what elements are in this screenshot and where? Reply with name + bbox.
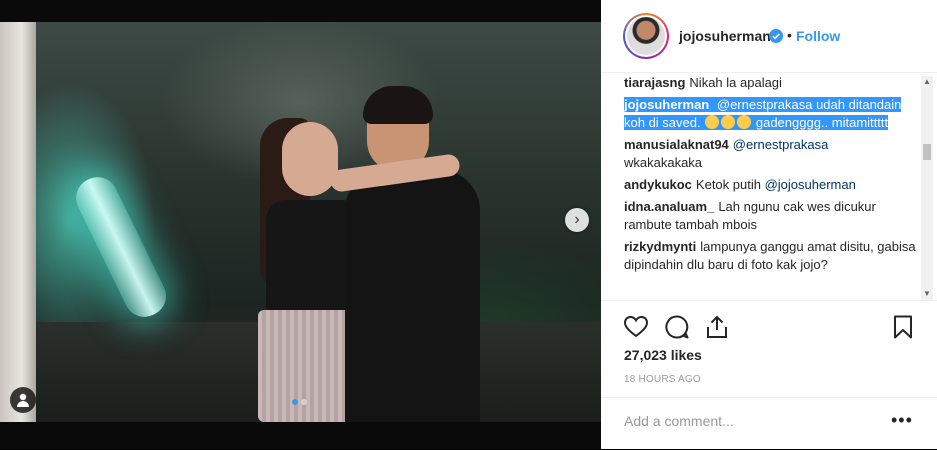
comment-text: wkakakakaka — [624, 155, 703, 170]
carousel-next-button[interactable]: › — [565, 208, 589, 232]
likes-count[interactable]: 27,023 likes — [624, 347, 702, 363]
action-bar — [601, 300, 937, 353]
selected-text: jojosuherman @ernestprakasa udah ditanda… — [624, 97, 902, 130]
separator-bullet: • — [787, 27, 792, 43]
comment-item: idna.analuam_ Lah ngunu cak wes dicukur r… — [624, 198, 916, 234]
more-options-icon[interactable]: ••• — [891, 410, 913, 431]
comment-list: tiarajasng Nikah la apalagi jojosuherman … — [624, 74, 916, 300]
scroll-up-arrow-icon[interactable]: ▲ — [921, 76, 933, 88]
bookmark-icon[interactable] — [890, 314, 916, 340]
grinning-sweat-emoji-icon — [705, 115, 720, 129]
comment-item: tiarajasng Nikah la apalagi — [624, 74, 916, 92]
carousel-dots — [292, 399, 307, 405]
photo-lamp — [69, 170, 173, 324]
comment-bubble-icon[interactable] — [664, 314, 690, 340]
comment-username[interactable]: idna.analuam_ — [624, 199, 714, 214]
comment-username[interactable]: andykukoc — [624, 177, 692, 192]
heart-icon[interactable] — [623, 314, 649, 340]
comment-input[interactable]: Add a comment... — [624, 413, 734, 429]
avatar-ring-inner — [625, 15, 667, 57]
username-link[interactable]: jojosuherman — [679, 28, 771, 44]
man-body — [345, 170, 480, 422]
person-tag-icon[interactable] — [10, 387, 36, 413]
photo-man — [345, 86, 480, 422]
grinning-sweat-emoji-icon — [721, 115, 736, 129]
woman-head — [282, 122, 338, 196]
comment-username[interactable]: jojosuherman — [624, 97, 709, 112]
comment-username[interactable]: rizkydmynti — [624, 239, 696, 254]
comment-username[interactable]: tiarajasng — [624, 75, 685, 90]
photo-pillar — [0, 22, 36, 422]
comment-mention[interactable]: @ernestprakasa — [733, 137, 829, 152]
comment-text: Nikah la apalagi — [689, 75, 782, 90]
post-photo[interactable] — [0, 22, 601, 422]
post-timestamp[interactable]: 18 HOURS AGO — [624, 374, 701, 385]
comments-scrollbar[interactable]: ▲ ▼ — [921, 76, 933, 300]
grinning-sweat-emoji-icon — [737, 115, 752, 129]
verified-badge-icon — [769, 29, 783, 43]
scroll-down-arrow-icon[interactable]: ▼ — [921, 288, 933, 300]
comment-item: rizkydmynti lampunya ganggu amat disitu, … — [624, 238, 916, 274]
post-header: jojosuherman • Follow — [601, 0, 937, 73]
scroll-thumb[interactable] — [923, 144, 931, 160]
comment-text: Ketok putih — [695, 177, 761, 192]
comment-item: jojosuherman @ernestprakasa udah ditanda… — [624, 96, 916, 132]
comment-item: manusialaknat94 @ernestprakasa wkakakakak… — [624, 136, 916, 172]
add-comment-section: Add a comment... ••• — [601, 397, 937, 450]
post-sidebar: jojosuherman • Follow tiarajasng Nikah la… — [601, 0, 937, 449]
avatar-image — [627, 17, 665, 55]
comment-mention[interactable]: @ernestprakasa — [717, 97, 813, 112]
follow-button[interactable]: Follow — [796, 28, 840, 44]
comment-mention[interactable]: @jojosuherman — [765, 177, 856, 192]
avatar[interactable] — [623, 13, 669, 59]
comment-username[interactable]: manusialaknat94 — [624, 137, 729, 152]
comment-text-continued: gadengggg.. mitamittttt — [755, 115, 889, 130]
share-icon[interactable] — [704, 314, 730, 340]
man-hair — [363, 86, 433, 124]
carousel-dot-1[interactable] — [292, 399, 298, 405]
photo-pane: › — [0, 0, 601, 449]
carousel-dot-2[interactable] — [301, 399, 307, 405]
comment-item: andykukoc Ketok putih @jojosuherman — [624, 176, 916, 194]
